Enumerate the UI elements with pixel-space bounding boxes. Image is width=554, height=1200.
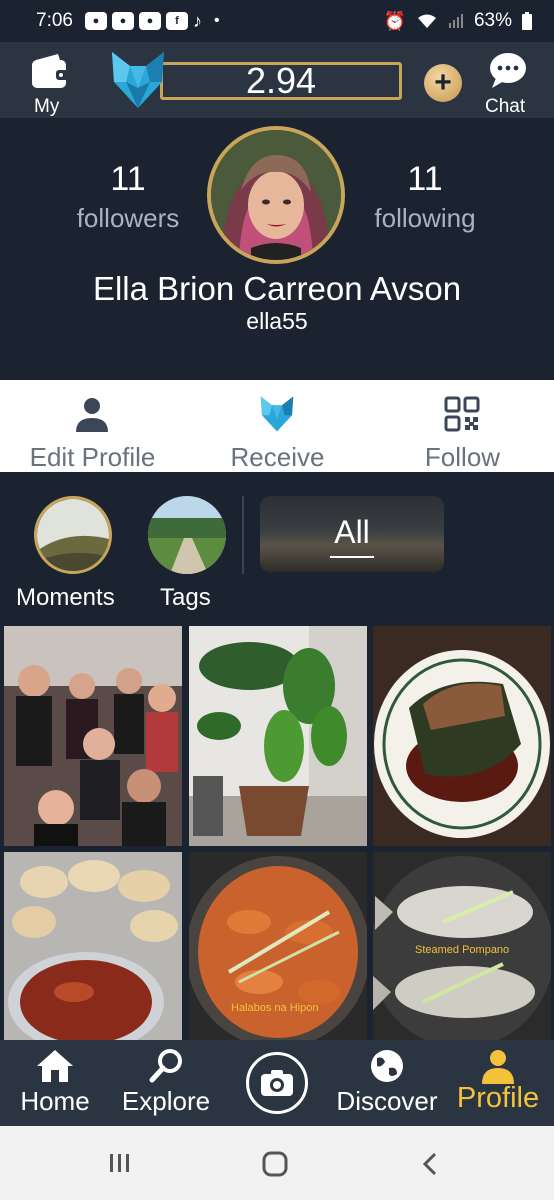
camera-button[interactable] — [246, 1052, 308, 1114]
more-notifications-icon: • — [213, 12, 220, 29]
receive-label: Receive — [230, 442, 325, 472]
following-count: 11 — [407, 160, 443, 198]
all-album[interactable]: All — [260, 496, 444, 572]
add-funds-button[interactable]: + — [424, 64, 462, 102]
qr-code-icon — [444, 396, 480, 432]
person-icon — [76, 398, 108, 432]
photo-tile[interactable] — [189, 626, 367, 846]
avatar[interactable] — [207, 126, 345, 264]
profile-username: ella55 — [246, 308, 308, 334]
photo-caption: Halabos na Hipon — [231, 1002, 319, 1014]
photo-tile[interactable]: Steamed Pompano — [373, 852, 551, 1042]
app-notification-icon: ● — [84, 12, 107, 30]
all-underline — [330, 556, 374, 558]
photo-dish — [373, 626, 551, 846]
balance-value: 2.94 — [245, 60, 317, 101]
profile-actions: Edit Profile Receive Follow — [0, 380, 554, 472]
photo-plant — [189, 626, 367, 846]
receive-button[interactable]: Receive — [185, 380, 370, 472]
moments-label[interactable]: Moments — [16, 584, 115, 612]
nav-profile[interactable]: Profile — [448, 1040, 548, 1126]
tags-album[interactable] — [148, 496, 226, 574]
followers-stat[interactable]: 11 followers — [48, 160, 208, 234]
avatar-photo — [211, 130, 341, 260]
moments-album[interactable] — [34, 496, 112, 574]
following-stat[interactable]: 11 following — [345, 160, 505, 234]
tags-thumbnail — [148, 496, 226, 574]
signal-icon — [448, 14, 463, 28]
edit-profile-button[interactable]: Edit Profile — [0, 380, 185, 472]
profile-header: 11 followers 11 following Ella Brion Car… — [0, 118, 554, 380]
status-time: 7:06 — [36, 10, 73, 31]
album-row: Moments Tags All — [0, 472, 554, 622]
followers-label: followers — [76, 203, 180, 233]
wifi-icon — [417, 14, 436, 28]
nav-home[interactable]: Home — [10, 1040, 100, 1126]
photo-tile[interactable] — [4, 852, 182, 1042]
album-divider — [242, 496, 244, 574]
back-icon[interactable] — [420, 1151, 440, 1177]
camera-icon — [261, 1070, 293, 1096]
nav-explore-label: Explore — [121, 1086, 211, 1116]
bottom-nav: Home Explore Discover Profile — [0, 1040, 554, 1126]
photo-bread — [4, 852, 182, 1042]
edit-profile-label: Edit Profile — [29, 442, 156, 472]
person-icon — [482, 1050, 514, 1084]
home-icon — [37, 1050, 73, 1082]
photo-tile[interactable] — [4, 626, 182, 846]
facebook-icon: f — [165, 12, 188, 30]
nav-discover-label: Discover — [336, 1086, 438, 1116]
top-bar: My 2.94 + Chat — [0, 42, 554, 118]
photo-grid: Halabos na Hipon Steamed Pompano — [0, 622, 554, 1042]
app-notification-icon: ● — [111, 12, 134, 30]
alarm-icon: ⏰ — [383, 10, 406, 31]
following-label: following — [374, 203, 476, 233]
follow-label: Follow — [424, 442, 501, 472]
photo-caption: Steamed Pompano — [415, 944, 510, 956]
nav-discover[interactable]: Discover — [330, 1040, 444, 1126]
moments-thumbnail — [37, 499, 109, 571]
tiktok-icon: ♪ — [192, 10, 202, 31]
balance-display[interactable]: 2.94 — [160, 60, 402, 101]
wallet-icon[interactable] — [30, 52, 70, 90]
chat-icon[interactable] — [488, 52, 528, 88]
chat-label[interactable]: Chat — [485, 96, 525, 118]
screen: 7:06 ● ● ● f ♪ • ⏰ 63% My 2.94 + Chat 11… — [0, 0, 554, 1200]
photo-tile[interactable]: Halabos na Hipon — [189, 852, 367, 1042]
follow-qr-button[interactable]: Follow — [370, 380, 554, 472]
all-label: All — [334, 514, 370, 550]
profile-name: Ella Brion Carreon Avson — [92, 270, 462, 307]
nav-home-label: Home — [20, 1086, 90, 1116]
recent-apps-icon[interactable] — [108, 1152, 132, 1174]
globe-icon — [371, 1050, 403, 1082]
nav-explore[interactable]: Explore — [112, 1040, 220, 1126]
status-bar: 7:06 ● ● ● f ♪ • ⏰ 63% — [0, 0, 554, 42]
cat-logo-icon — [112, 52, 164, 108]
home-button-icon[interactable] — [262, 1151, 288, 1177]
battery-icon — [522, 12, 532, 30]
tags-label[interactable]: Tags — [160, 584, 211, 612]
followers-count: 11 — [110, 160, 146, 198]
app-notification-icon: ● — [138, 12, 161, 30]
system-nav-bar — [0, 1126, 554, 1200]
photo-group — [4, 626, 182, 846]
nav-profile-label: Profile — [456, 1082, 540, 1114]
cat-logo-icon — [260, 396, 294, 432]
wallet-label[interactable]: My — [34, 96, 59, 118]
photo-tile[interactable] — [373, 626, 551, 846]
battery-percent: 63% — [473, 10, 512, 31]
search-icon — [149, 1049, 182, 1083]
